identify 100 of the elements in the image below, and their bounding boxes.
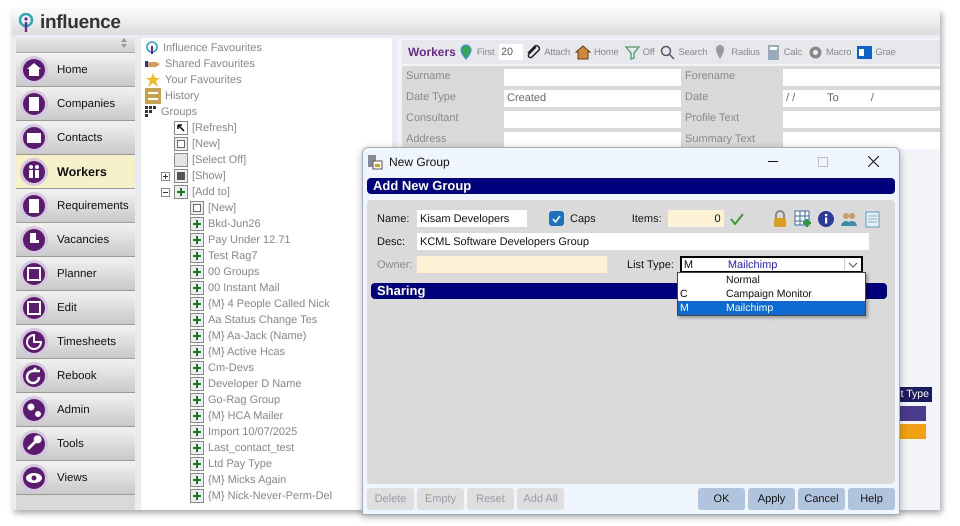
input-field[interactable]: / / To / [783,90,940,107]
toolbar-label[interactable]: Search [678,46,708,58]
input-field[interactable] [504,111,681,128]
dialog-button[interactable]: OK [698,488,745,510]
dropdown-option[interactable]: M Mailchimp [678,301,865,315]
tree-item[interactable]: Developer D Name [208,378,302,390]
field-label: Date Type [406,90,457,105]
toolbar-label[interactable]: Off [642,46,654,58]
tree-item[interactable]: Ltd Pay Type [208,458,272,470]
tree-item[interactable]: {M} Micks Again [208,474,286,486]
nav-button[interactable]: Timesheets [16,325,135,359]
paperclip-icon[interactable] [525,44,542,60]
field-label: Consultant [406,111,460,126]
input-field[interactable] [504,69,681,86]
info-icon[interactable] [817,210,835,228]
toolbar-label[interactable]: Radius [731,46,760,58]
search-icon[interactable] [659,44,676,60]
tree-item[interactable]: [Select Off] [192,154,246,166]
tree-item[interactable]: Your Favourites [165,74,242,86]
dialog-button[interactable]: Help [848,488,895,510]
tree-item[interactable]: Aa Status Change Tes [208,314,318,326]
tree-item[interactable]: Test Rag7 [208,250,258,262]
input-field[interactable] [783,69,940,86]
tree-item[interactable]: Influence Favourites [163,42,262,54]
nav-button[interactable]: Home [16,53,135,87]
nav-button[interactable]: Workers [16,155,135,189]
tree-item[interactable]: [Show] [192,170,226,182]
nav-button[interactable]: Edit [16,291,135,325]
input-field[interactable] [783,132,940,149]
nav-button[interactable]: Rebook [16,359,135,393]
tree-item[interactable]: Import 10/07/2025 [208,426,298,438]
dropdown-option[interactable]: Normal [678,273,865,287]
square-icon [174,169,188,183]
tree-item[interactable]: 00 Instant Mail [208,282,280,294]
close-icon [868,156,878,167]
toolbar-label[interactable]: Attach [544,46,570,58]
nav-button[interactable]: Companies [16,87,135,121]
plus-icon [174,185,188,199]
toolbar-label[interactable]: First [476,46,494,58]
expand-icon[interactable] [161,172,170,180]
dropdown-option[interactable]: C Campaign Monitor [678,287,865,301]
nav-button[interactable]: Tools [16,427,135,461]
input-field[interactable] [783,111,940,128]
checkbox[interactable] [549,211,564,226]
field-label: Items: [632,212,662,224]
tree-item[interactable]: {M} Active Hcas [208,346,286,358]
tree-item[interactable]: [Add to] [192,186,230,198]
tree-item[interactable]: History [165,90,200,102]
window-icon [367,154,383,170]
tree-item[interactable]: {M} Aa-Jack (Name) [208,330,306,342]
tree-item[interactable]: Groups [161,106,198,118]
sort-icon[interactable] [121,38,127,48]
name-field[interactable]: Kisam Developers [417,210,527,227]
column-header[interactable]: t Type [898,387,932,402]
filter-icon[interactable] [624,44,641,60]
house-icon[interactable] [575,44,592,60]
toolbar-label[interactable]: Home [594,46,619,58]
nav-button[interactable]: Requirements [16,189,135,223]
tree-item[interactable]: [Refresh] [192,122,237,134]
tree-item[interactable]: Cm-Devs [208,362,254,374]
nav-button[interactable]: Planner [16,257,135,291]
tree-item[interactable]: [New] [208,202,236,214]
window-title: New Group [389,154,451,168]
lock-icon[interactable] [771,210,789,228]
toolbar-label[interactable]: Macro [826,46,852,58]
dialog-button[interactable]: Apply [748,488,795,510]
tree-item[interactable]: {M} Nick-Never-Perm-Del [208,490,332,502]
list-type-dropdown[interactable]: M Mailchimp [680,256,863,273]
nav-button[interactable]: Views [16,461,135,495]
tree-item[interactable]: [New] [192,138,220,150]
plus-icon [190,441,204,455]
toolbar-label[interactable]: Grae [875,46,896,58]
toolbar-label[interactable]: Calc [784,46,802,58]
dialog-button[interactable]: Cancel [798,488,845,510]
tree-item[interactable]: Go-Rag Group [208,394,280,406]
count-field[interactable]: 20 [499,44,524,60]
notepad-icon[interactable] [863,210,881,228]
tree-item[interactable]: Last_contact_test [208,442,294,454]
nav-button[interactable]: Vacancies [16,223,135,257]
nav-button[interactable]: Admin [16,393,135,427]
minimize-icon [768,160,778,162]
tree-item[interactable]: {M} 4 People Called Nick [208,298,330,310]
tree-item[interactable]: 00 Groups [208,266,260,278]
items-field[interactable]: 0 [668,210,724,227]
tree-item[interactable]: Shared Favourites [165,58,255,70]
nav-button[interactable]: Contacts [16,121,135,155]
add-table-icon[interactable] [794,210,812,228]
collapse-icon[interactable] [161,188,170,196]
input-field[interactable]: Created [504,90,681,107]
refresh-icon [174,121,188,135]
plus-icon [190,361,204,375]
check-icon [552,214,561,222]
plus-icon [190,265,204,279]
tree-item[interactable]: Bkd-Jun26 [208,218,261,230]
square-icon [190,201,204,215]
description-field[interactable]: KCML Software Developers Group [417,233,869,250]
tree-item[interactable]: Pay Under 12.71 [208,234,291,246]
tree-item[interactable]: {M} HCA Mailer [208,410,284,422]
app-logo: influence [40,12,121,34]
settings-icon[interactable] [806,44,824,60]
